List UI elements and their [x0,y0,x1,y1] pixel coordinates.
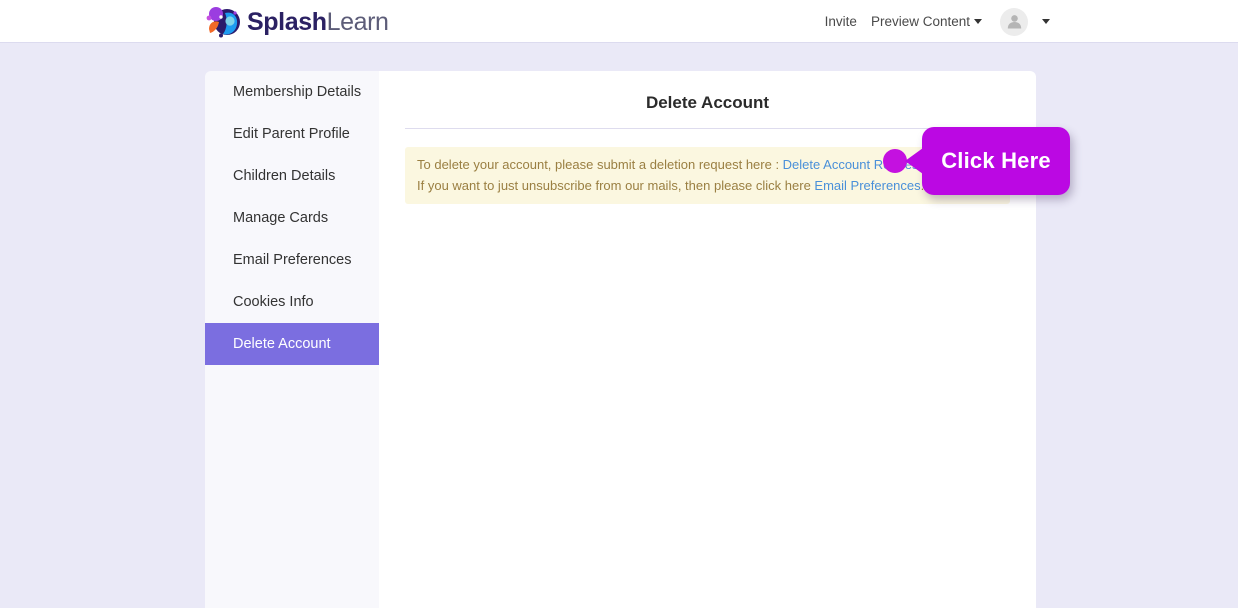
sidebar-item-label: Edit Parent Profile [233,126,350,142]
header-nav: Invite Preview Content [825,0,1050,43]
sidebar-item-label: Email Preferences [233,252,351,268]
brand-wordmark: SplashLearn [247,10,389,35]
sidebar-item-label: Delete Account [233,336,331,352]
sidebar-item-cookies-info[interactable]: Cookies Info [205,281,379,323]
title-divider [405,128,1010,129]
sidebar-item-label: Manage Cards [233,210,328,226]
brand-wordmark-learn: Learn [327,8,389,36]
sidebar-item-label: Children Details [233,168,335,184]
sidebar-item-manage-cards[interactable]: Manage Cards [205,197,379,239]
top-header-bar: SplashLearn Invite Preview Content [0,0,1238,43]
sidebar-item-label: Cookies Info [233,294,314,310]
avatar[interactable] [1000,8,1028,36]
notice-line-1-text: To delete your account, please submit a … [417,157,783,172]
preview-content-menu[interactable]: Preview Content [871,14,982,29]
notice-line-2: If you want to just unsubscribe from our… [417,175,998,196]
splash-blob-icon [205,5,241,39]
brand-wordmark-splash: Splash [247,8,327,36]
click-here-callout: Click Here [922,127,1070,195]
sidebar-item-membership-details[interactable]: Membership Details [205,71,379,113]
page-title: Delete Account [379,93,1036,113]
sidebar-item-children-details[interactable]: Children Details [205,155,379,197]
callout-tail-icon [905,148,923,174]
notice-line-2-text: If you want to just unsubscribe from our… [417,178,814,193]
email-preferences-link[interactable]: Email Preferences [814,178,920,193]
sidebar-item-edit-parent-profile[interactable]: Edit Parent Profile [205,113,379,155]
splashlearn-logo[interactable]: SplashLearn [205,3,389,41]
click-target-marker [883,149,907,173]
sidebar-item-delete-account[interactable]: Delete Account [205,323,379,365]
profile-caret-down-icon[interactable] [1042,19,1050,24]
sidebar-item-email-preferences[interactable]: Email Preferences [205,239,379,281]
invite-link[interactable]: Invite [825,14,857,29]
settings-sidebar: Membership Details Edit Parent Profile C… [205,71,379,608]
preview-content-label: Preview Content [871,14,970,29]
caret-down-icon [974,19,982,24]
sidebar-item-label: Membership Details [233,84,361,100]
callout-label: Click Here [941,148,1051,174]
